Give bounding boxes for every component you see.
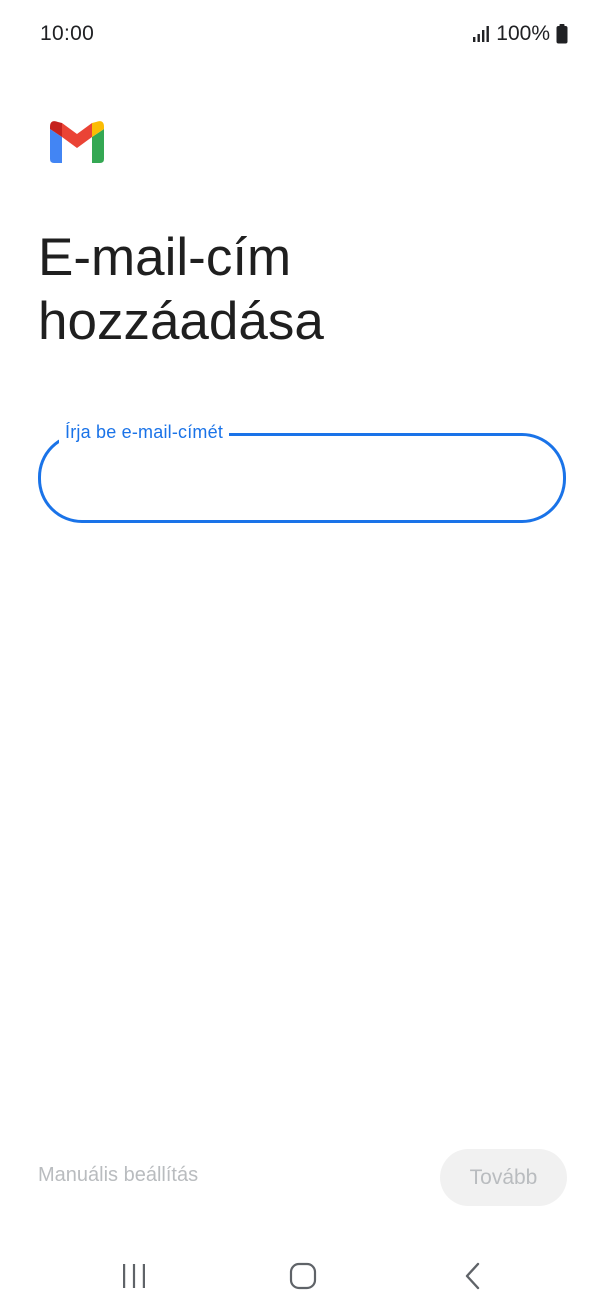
home-icon[interactable] [279,1256,327,1296]
back-icon[interactable] [449,1256,497,1296]
navigation-bar [0,1240,604,1310]
email-input[interactable] [65,456,539,502]
status-bar: 10:00 100% [0,0,604,70]
next-button[interactable]: Tovább [440,1149,567,1206]
status-time: 10:00 [40,22,95,45]
status-indicators: 100% [472,22,568,46]
email-field-label: Írja be e-mail-címét [59,422,230,443]
email-field[interactable]: Írja be e-mail-címét [38,422,566,523]
battery-percentage: 100% [496,22,550,45]
battery-icon [556,24,568,44]
gmail-logo-icon [50,121,104,163]
manual-setup-button[interactable]: Manuális beállítás [38,1164,198,1187]
page-title: E-mail-cím hozzáadása [38,228,324,351]
recents-icon[interactable] [110,1256,158,1296]
signal-icon [472,25,490,43]
